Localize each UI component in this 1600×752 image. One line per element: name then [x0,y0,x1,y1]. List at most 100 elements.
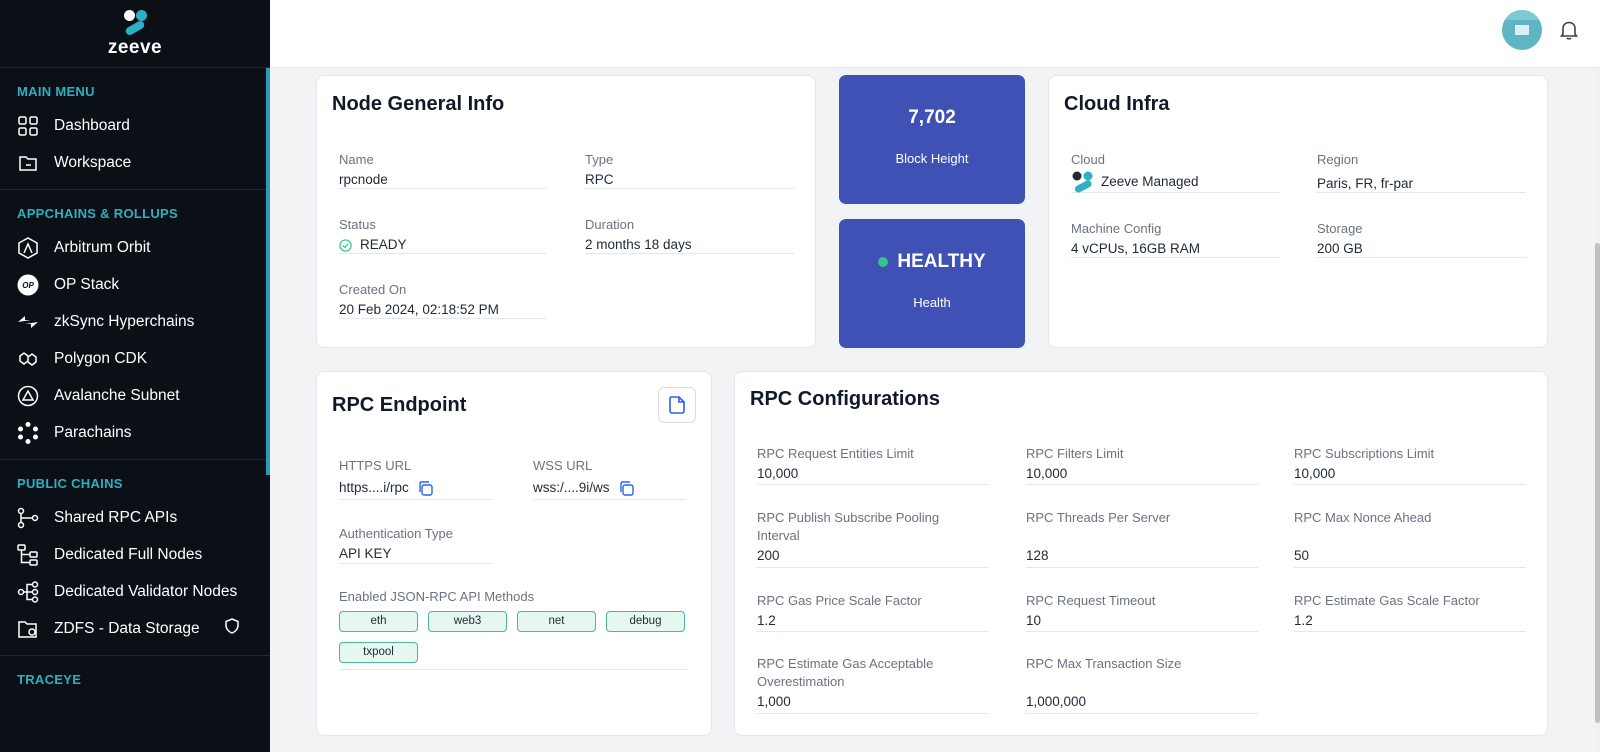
config-label: RPC Estimate Gas Acceptable Overestimati… [757,656,934,689]
health-status: HEALTHY [839,251,1025,273]
field-duration: Duration 2 months 18 days [585,216,794,254]
config-value: 1.2 [757,613,776,628]
sidebar-item-dedicated-full-nodes[interactable]: Dedicated Full Nodes [17,536,270,573]
bell-icon[interactable] [1558,19,1580,41]
rpc-endpoint-card: RPC Endpoint HTTPS URL https....i/rpc WS… [316,371,712,736]
field-label: Enabled JSON-RPC API Methods [339,589,535,604]
copy-https-url-icon[interactable] [417,480,434,497]
rpc-configurations-card: RPC Configurations RPC Request Entities … [734,371,1548,736]
sidebar-scrollbar[interactable] [266,68,270,475]
section-title-public-chains: PUBLIC CHAINS [17,476,123,491]
sidebar-item-parachains[interactable]: Parachains [17,414,270,451]
sidebar-item-label: Dedicated Validator Nodes [54,582,238,600]
method-chip: debug [606,611,685,632]
card-title: Cloud Infra [1064,93,1170,115]
public-chains-section: PUBLIC CHAINS Shared RPC APIs Dedicated … [0,460,270,656]
topbar [270,0,1600,68]
config-label: RPC Threads Per Server [1026,510,1171,525]
avatar[interactable] [1502,10,1542,50]
field-wss-url: WSS URL wss:/....9i/ws [533,457,686,500]
sidebar-item-zdfs-data-storage[interactable]: ZDFS - Data Storage [17,610,270,647]
config-label: RPC Gas Price Scale Factor [757,593,922,608]
method-chip: eth [339,611,418,632]
field-label: WSS URL [533,458,593,473]
field-label: Region [1317,152,1359,167]
sidebar-item-zksync-hyperchains[interactable]: zkSync Hyperchains [17,303,270,340]
sidebar-item-label: Workspace [54,153,132,171]
sidebar-item-workspace[interactable]: Workspace [17,144,270,181]
config-item: RPC Subscriptions Limit 10,000 [1294,445,1526,485]
field-status: Status READY [339,216,546,254]
svg-text:OP: OP [22,281,34,290]
brand[interactable]: zeeve [0,0,270,68]
https-url-text: https....i/rpc [339,480,409,495]
method-chip: web3 [428,611,507,632]
traceye-section: TRACEYE [0,656,270,703]
folder-icon [17,152,39,174]
section-title-traceye: TRACEYE [17,672,82,687]
field-value: 200 GB [1317,241,1363,256]
health-dot-icon [878,257,889,267]
field-value: https....i/rpc [339,479,492,497]
polygon-icon [17,348,39,370]
shield-icon [224,618,240,639]
config-item: RPC Request Entities Limit 10,000 [757,445,989,485]
field-label: Name [339,152,374,167]
section-title-appchains: APPCHAINS & ROLLUPS [17,206,178,221]
config-label: RPC Subscriptions Limit [1294,446,1435,461]
field-storage: Storage 200 GB [1317,220,1526,258]
appchains-section: APPCHAINS & ROLLUPS Arbitrum Orbit OP OP… [0,190,270,460]
methods-chip-list: eth web3 net debug txpool [339,611,687,673]
card-title: RPC Endpoint [332,394,467,416]
field-https-url: HTTPS URL https....i/rpc [339,457,492,500]
field-value: rpcnode [339,172,388,187]
field-label: Authentication Type [339,526,453,541]
copy-all-button[interactable] [658,387,696,423]
health-label: Health [913,295,951,310]
sidebar: zeeve MAIN MENU Dashboard Workspace APPC… [0,0,270,752]
copy-wss-url-icon[interactable] [618,480,635,497]
cloud-infra-card: Cloud Infra Cloud Zeeve Managed Region P… [1048,75,1548,348]
polkadot-icon [17,421,39,444]
sidebar-item-dashboard[interactable]: Dashboard [17,107,270,144]
field-label: Created On [339,282,407,297]
field-value: Zeeve Managed [1071,171,1279,193]
sidebar-item-arbitrum-orbit[interactable]: Arbitrum Orbit [17,229,270,266]
field-value: 4 vCPUs, 16GB RAM [1071,241,1201,256]
field-label: HTTPS URL [339,458,412,473]
config-item: RPC Gas Price Scale Factor 1.2 [757,592,989,632]
tree-nodes-icon [17,543,39,566]
method-chip: txpool [339,642,418,663]
health-card: HEALTHY Health [839,219,1025,348]
sidebar-item-dedicated-validator-nodes[interactable]: Dedicated Validator Nodes [17,573,270,610]
zeeve-logo-icon [121,9,149,36]
cloud-name: Zeeve Managed [1101,174,1199,189]
sidebar-item-polygon-cdk[interactable]: Polygon CDK [17,340,270,377]
block-height-label: Block Height [895,151,969,166]
sidebar-item-avalanche-subnet[interactable]: Avalanche Subnet [17,377,270,414]
config-value: 1,000,000 [1026,694,1087,709]
sidebar-item-label: Avalanche Subnet [54,386,180,404]
main-scrollbar[interactable] [1595,68,1600,752]
zksync-icon [17,311,39,333]
sidebar-item-label: Arbitrum Orbit [54,238,151,256]
config-label: RPC Filters Limit [1026,446,1124,461]
config-item: RPC Threads Per Server 128 [1026,509,1258,568]
field-value: READY [339,236,546,254]
field-value: 20 Feb 2024, 02:18:52 PM [339,302,499,317]
brand-name: zeeve [107,36,163,58]
config-value: 128 [1026,548,1049,563]
field-value: wss:/....9i/ws [533,479,686,497]
sidebar-item-op-stack[interactable]: OP OP Stack [17,266,270,303]
field-machine-config: Machine Config 4 vCPUs, 16GB RAM [1071,220,1279,258]
storage-folder-icon [17,618,39,640]
field-enabled-methods: Enabled JSON-RPC API Methods eth web3 net d… [339,588,687,670]
field-label: Machine Config [1071,221,1162,236]
field-label: Duration [585,217,635,232]
config-item: RPC Estimate Gas Scale Factor 1.2 [1294,592,1526,632]
config-label: RPC Request Timeout [1026,593,1156,608]
sidebar-item-shared-rpc-apis[interactable]: Shared RPC APIs [17,499,270,536]
config-value: 10,000 [757,466,799,481]
grid-icon [17,115,39,137]
sidebar-item-label: Dedicated Full Nodes [54,545,203,563]
